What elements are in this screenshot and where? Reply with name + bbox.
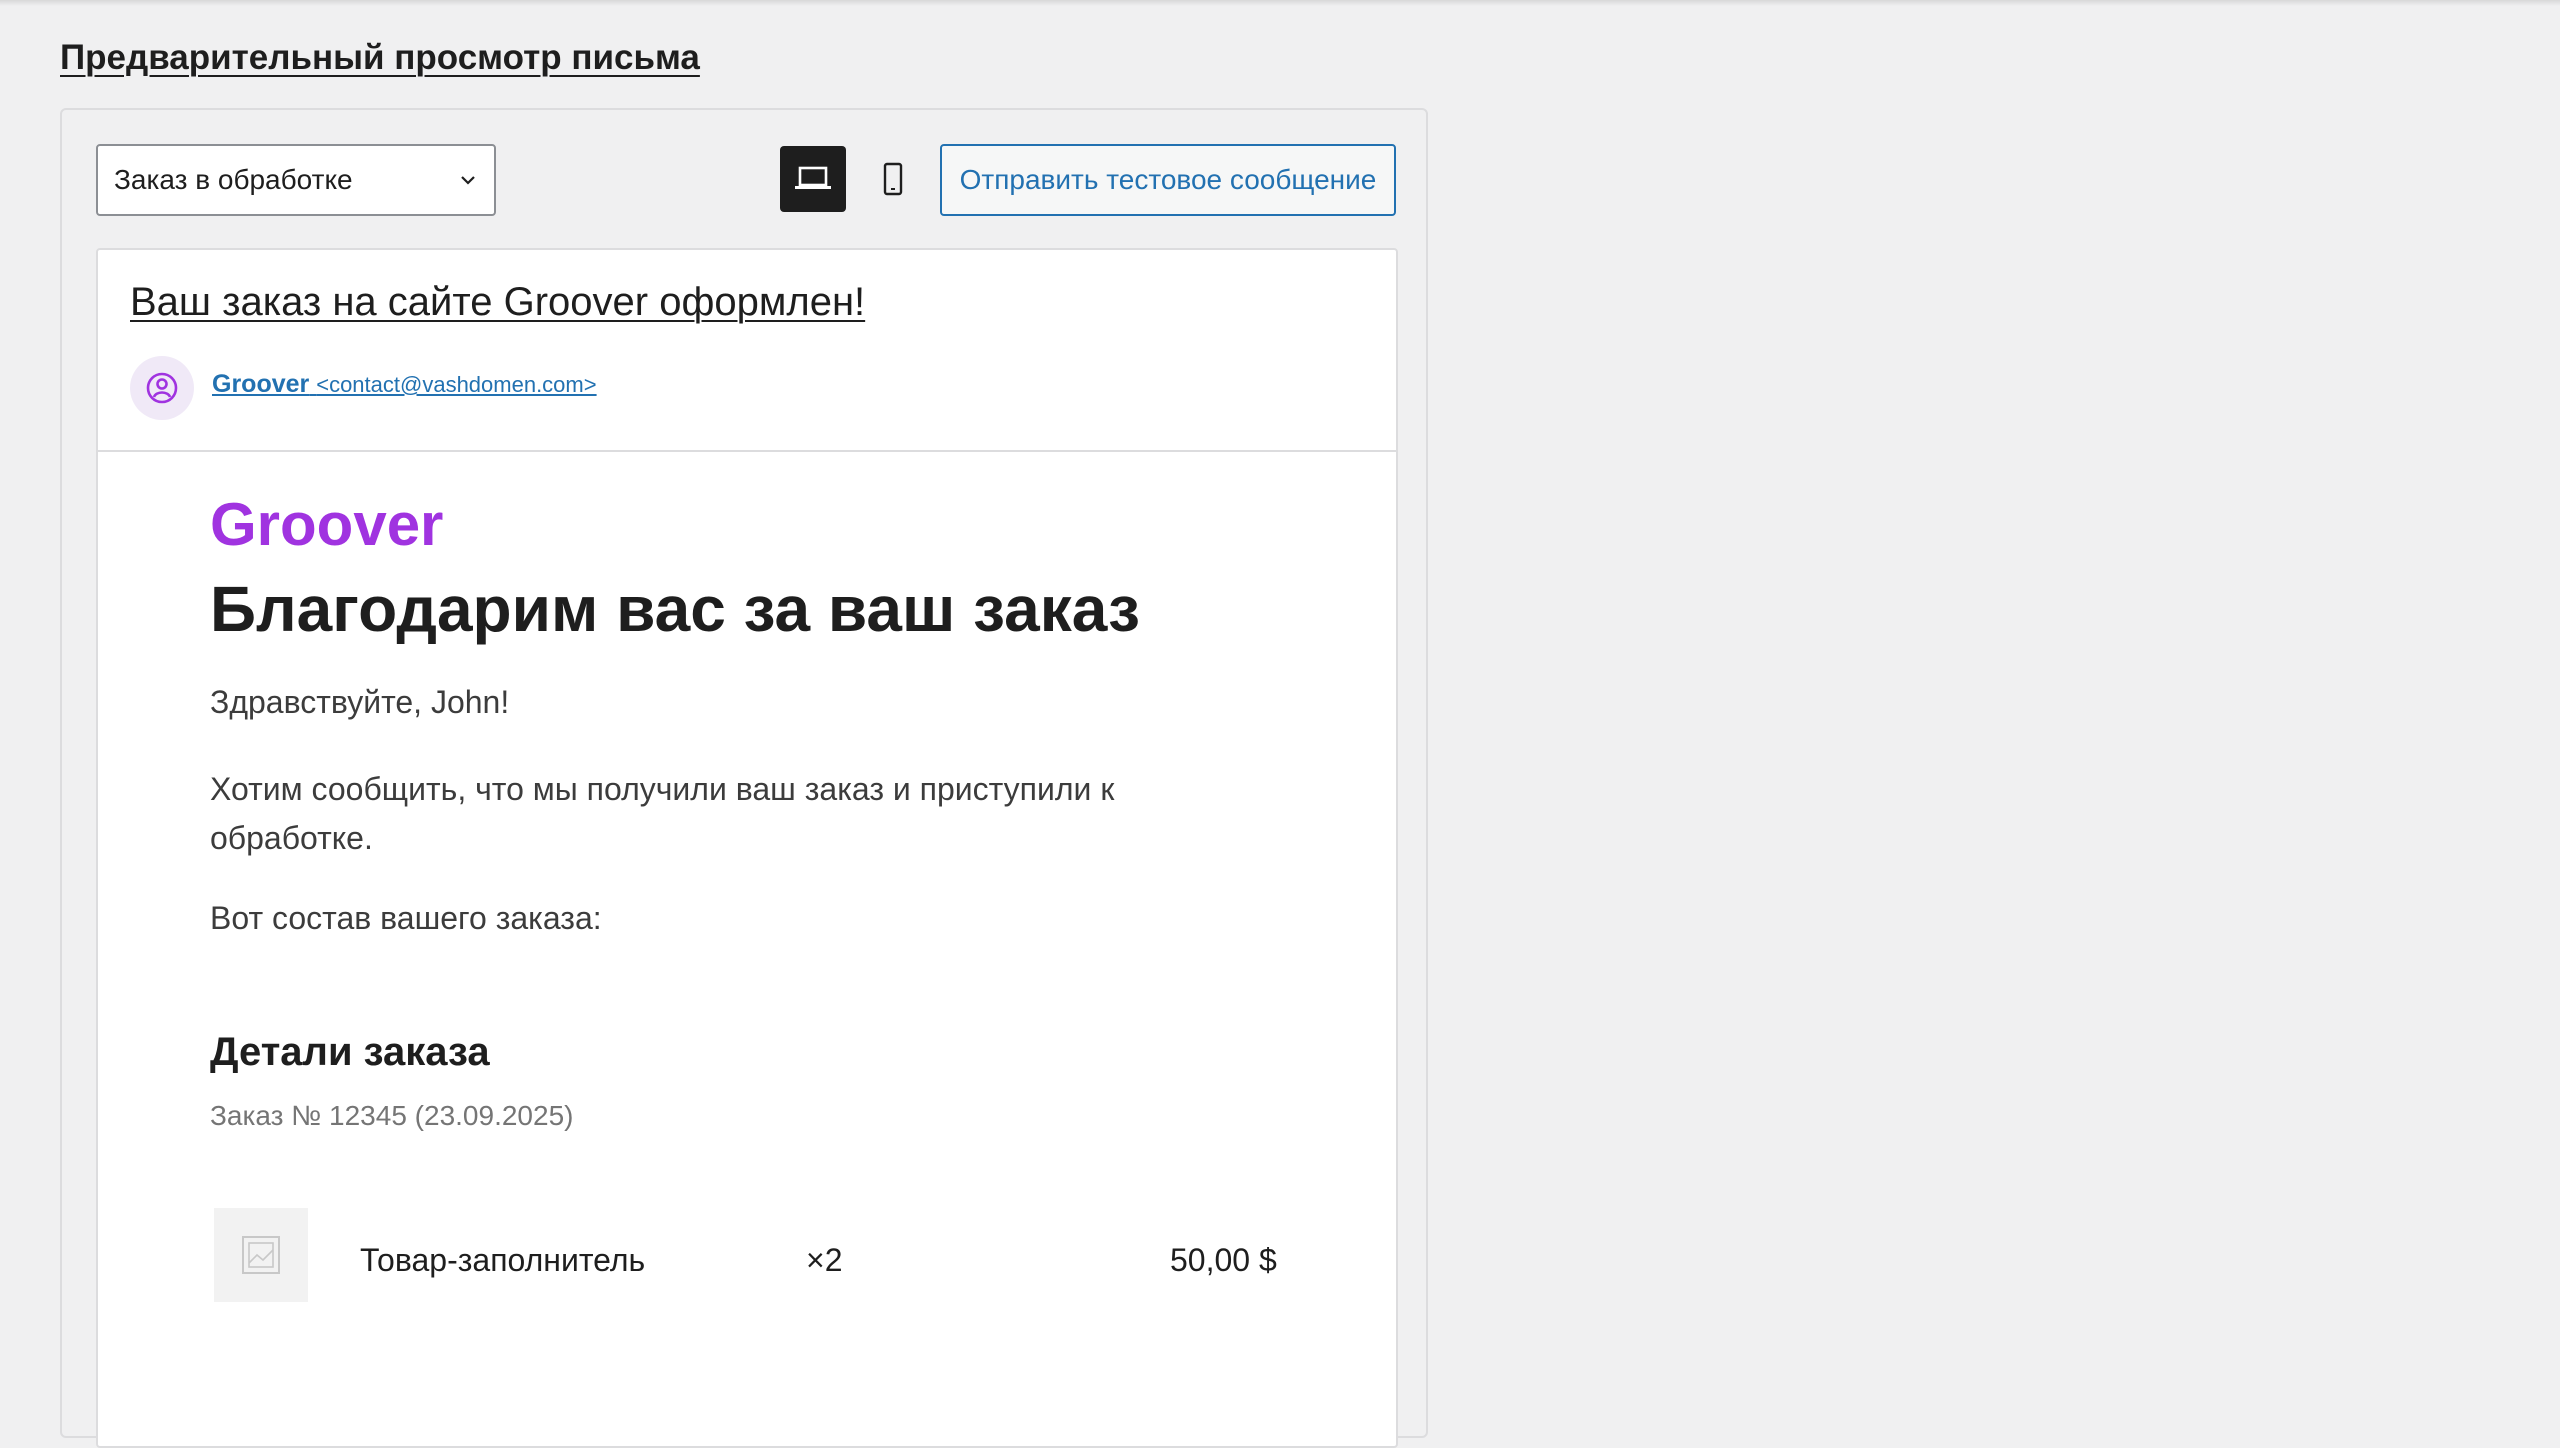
order-contents-intro: Вот состав вашего заказа: [210, 900, 602, 936]
laptop-icon [795, 166, 831, 189]
send-test-message-button[interactable]: Отправить тестовое сообщение [940, 144, 1396, 216]
item-price: 50,00 $ [1170, 1242, 1277, 1278]
sender-name: Groover [212, 370, 310, 398]
template-select-value: Заказ в обработке [114, 164, 353, 195]
email-preview-panel: Заказ в обработке Отправить тестовое соо… [60, 108, 1428, 1448]
email-greeting: Здравствуйте, John! [210, 684, 510, 720]
mobile-preview-button[interactable] [860, 146, 926, 212]
product-thumbnail [214, 1208, 308, 1302]
sender-avatar [130, 356, 194, 420]
email-subject: Ваш заказ на сайте Groover оформлен! [130, 280, 866, 324]
order-meta: Заказ № 12345 (23.09.2025) [210, 1100, 574, 1131]
email-heading: Благодарим вас за ваш заказ [210, 573, 1140, 645]
email-message: Хотим сообщить, что мы получили ваш зака… [210, 771, 1115, 856]
item-quantity: ×2 [806, 1242, 843, 1278]
chevron-down-icon [461, 176, 475, 185]
mobile-icon [883, 162, 903, 196]
desktop-preview-button[interactable] [780, 146, 846, 212]
template-select[interactable]: Заказ в обработке [96, 144, 496, 216]
top-bar-shadow [0, 0, 2560, 6]
sender-link[interactable]: Groover <contact@vashdomen.com> [212, 370, 597, 399]
section-title: Предварительный просмотр письма [60, 38, 700, 77]
image-placeholder-icon [242, 1236, 280, 1274]
order-item-row: Товар-заполнитель ×2 50,00 $ [210, 1208, 1310, 1302]
user-circle-icon [146, 372, 178, 404]
item-name: Товар-заполнитель [360, 1242, 646, 1278]
order-details-heading: Детали заказа [210, 1030, 490, 1074]
email-header: Ваш заказ на сайте Groover оформлен! Gro… [98, 250, 1396, 452]
brand-logo-text: Groover [210, 491, 444, 558]
sender-email: <contact@vashdomen.com> [316, 372, 597, 397]
